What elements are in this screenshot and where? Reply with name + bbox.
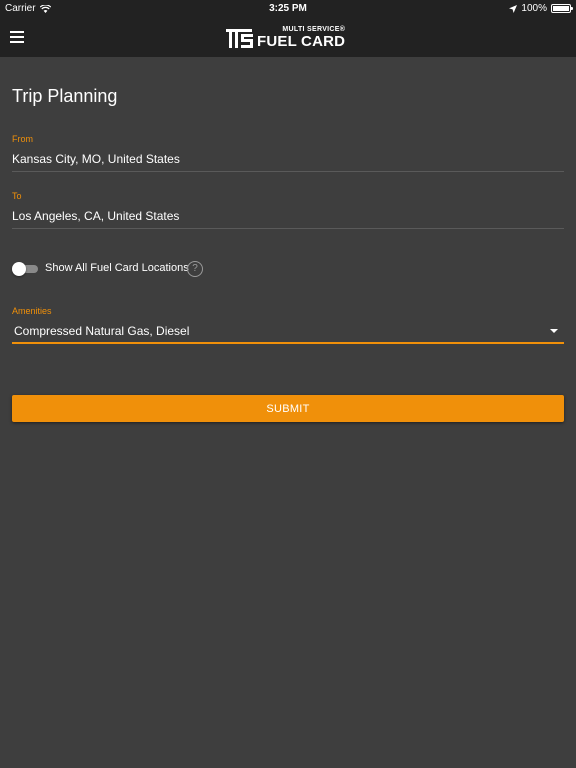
ms-logo-icon (226, 28, 253, 48)
submit-button[interactable]: SUBMIT (12, 395, 564, 422)
battery-fill (553, 6, 569, 11)
app-bar: MULTI SERVICE® FUEL CARD (0, 18, 576, 57)
hamburger-menu-icon[interactable] (10, 31, 24, 43)
logo-bottom-text: FUEL CARD (257, 33, 346, 50)
status-bar: Carrier 3:25 PM 100% (0, 0, 576, 18)
logo-text: MULTI SERVICE® FUEL CARD (257, 26, 345, 49)
status-right: 100% (509, 3, 573, 14)
help-icon[interactable]: ? (187, 261, 203, 277)
to-input[interactable] (12, 209, 564, 223)
dropdown-arrow-icon (550, 329, 558, 333)
battery-percent: 100% (521, 3, 547, 14)
amenities-label: Amenities (12, 306, 52, 316)
logo-top-text: MULTI SERVICE® (282, 26, 346, 33)
from-underline (12, 171, 564, 172)
show-all-locations-label: Show All Fuel Card Locations (45, 262, 189, 274)
from-label: From (12, 134, 33, 144)
show-all-locations-toggle[interactable] (12, 262, 38, 276)
trip-planning-screen: Carrier 3:25 PM 100% MULTI SERVICE® FUEL… (0, 0, 576, 768)
to-label: To (12, 191, 22, 201)
fuel-card-logo: MULTI SERVICE® FUEL CARD (226, 24, 345, 51)
menu-line (10, 41, 24, 43)
menu-line (10, 31, 24, 33)
menu-line (10, 36, 24, 38)
battery-icon (551, 4, 573, 13)
status-time: 3:25 PM (269, 3, 307, 14)
amenities-select[interactable]: Compressed Natural Gas, Diesel (12, 320, 564, 344)
page-title: Trip Planning (12, 86, 118, 106)
amenities-value: Compressed Natural Gas, Diesel (14, 324, 190, 338)
location-arrow-icon (509, 4, 518, 13)
toggle-knob (12, 262, 26, 276)
from-input[interactable] (12, 152, 564, 166)
to-underline (12, 228, 564, 229)
amenities-underline (12, 342, 564, 344)
